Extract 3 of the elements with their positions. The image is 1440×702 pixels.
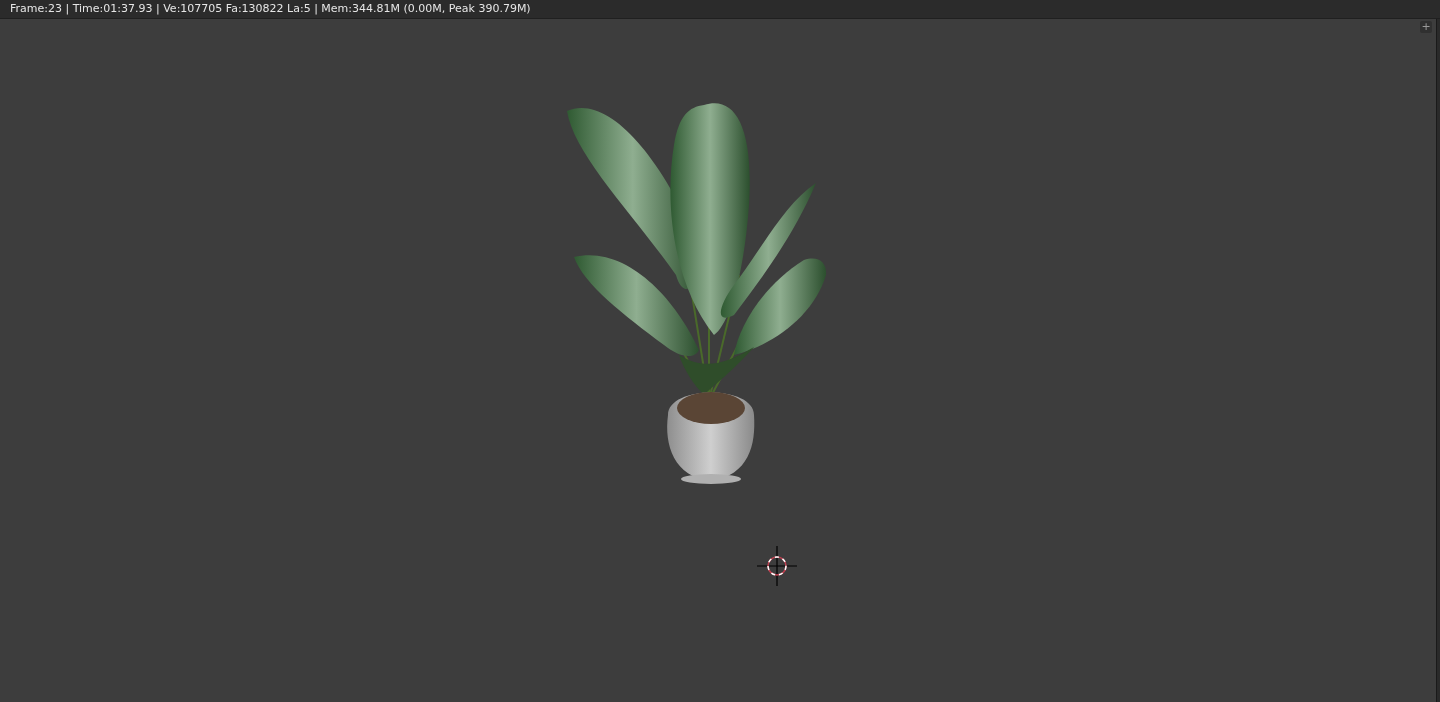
render-info: Frame:23 | Time:01:37.93 | Ve:107705 Fa:130822 La:5 | Mem:344.81M (0.00M, Peak 390.79M) xyxy=(10,0,531,17)
3d-cursor-icon xyxy=(757,546,797,586)
add-button[interactable]: + xyxy=(1420,21,1432,33)
